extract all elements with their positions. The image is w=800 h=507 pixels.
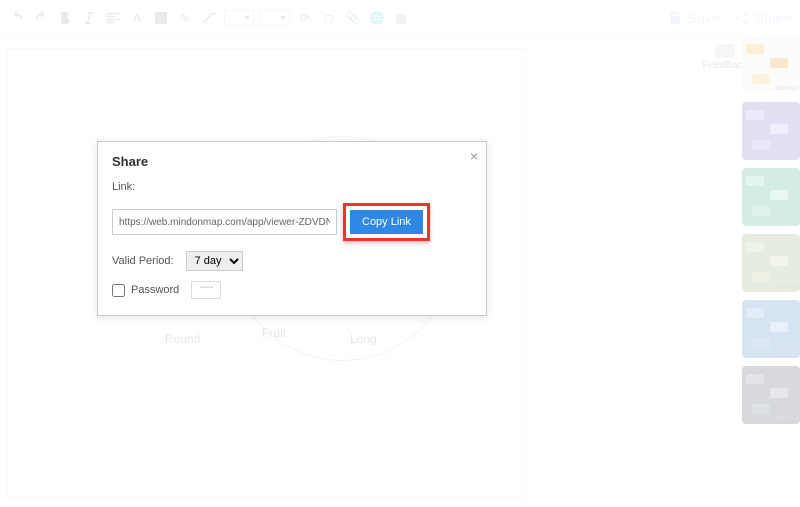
link-label: Link: (112, 181, 135, 193)
share-dialog: × Share Link: Copy Link Valid Period: 7 … (97, 141, 487, 316)
valid-period-label: Valid Period: (112, 255, 174, 267)
dialog-title: Share (112, 154, 472, 169)
password-field[interactable]: ---- (191, 281, 221, 299)
close-icon[interactable]: × (470, 148, 478, 164)
valid-period-select[interactable]: 7 day (186, 251, 243, 271)
copy-highlight: Copy Link (343, 203, 430, 241)
copy-link-button[interactable]: Copy Link (350, 210, 423, 234)
password-checkbox[interactable] (112, 284, 125, 297)
link-input[interactable] (112, 209, 337, 235)
password-label: Password (131, 284, 179, 296)
